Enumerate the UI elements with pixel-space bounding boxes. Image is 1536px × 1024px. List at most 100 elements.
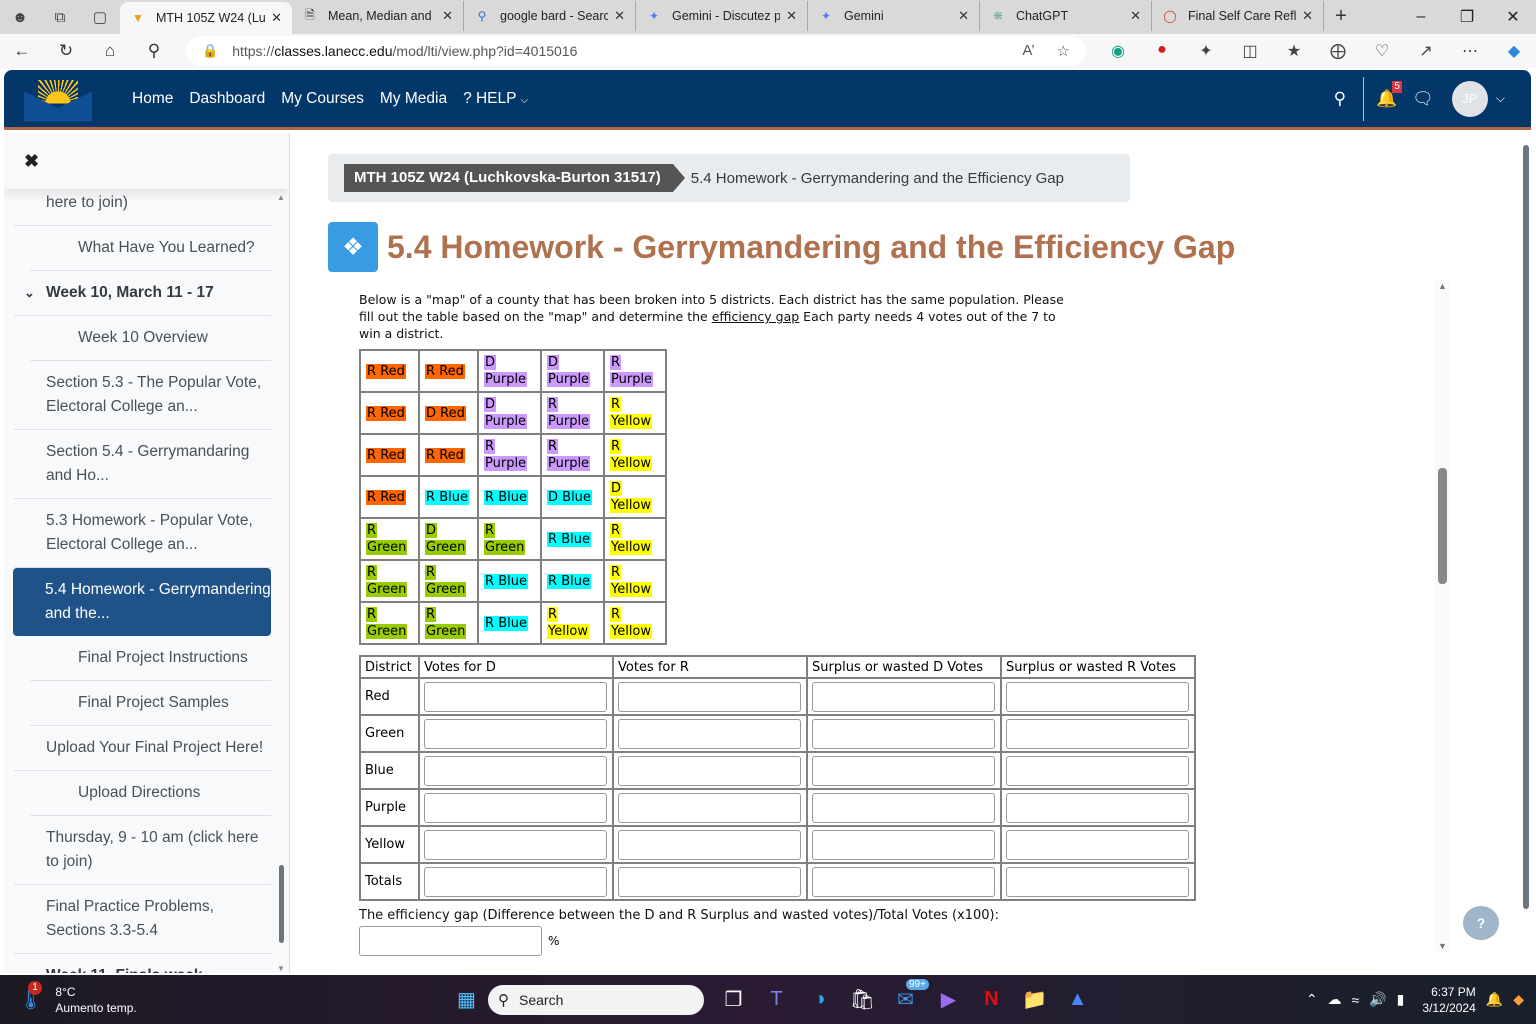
user-menu-chevron-icon[interactable]: ⌵ — [1496, 91, 1505, 106]
messages-icon[interactable]: 🗨 — [1410, 89, 1436, 109]
efficiency-gap-link[interactable]: efficiency gap — [712, 309, 800, 324]
home-button[interactable]: ⌂ — [88, 41, 132, 61]
do-not-disturb-icon[interactable]: 🔔 — [1486, 991, 1503, 1008]
favorites-icon[interactable]: ★ — [1272, 41, 1316, 61]
breadcrumb-course-link[interactable]: MTH 105Z W24 (Luchkovska-Burton 31517) — [344, 164, 685, 192]
wasted-d-votes-input[interactable] — [812, 792, 995, 823]
wasted-d-votes-input[interactable] — [812, 866, 995, 897]
browser-tab[interactable]: ◯ Final Self Care Refle ✕ — [1152, 1, 1324, 31]
chevron-down-icon[interactable]: ⌄ — [24, 964, 35, 973]
browser-tab[interactable]: ❋ ChatGPT ✕ — [980, 1, 1152, 31]
wasted-r-votes-input[interactable] — [1006, 829, 1189, 860]
wasted-d-votes-input[interactable] — [812, 718, 995, 749]
wasted-r-votes-input[interactable] — [1006, 792, 1189, 823]
copilot-taskbar-icon[interactable]: ◆ — [1513, 991, 1524, 1008]
back-button[interactable]: ← — [0, 41, 44, 61]
menu-help[interactable]: ? HELP ⌵ — [463, 90, 528, 108]
taskbar-search[interactable]: ⚲ Search — [488, 984, 704, 1015]
nordvpn-icon[interactable]: ▲ — [1056, 988, 1099, 1011]
volume-icon[interactable]: 🔊 — [1369, 991, 1386, 1008]
close-window-button[interactable]: ✕ — [1490, 0, 1536, 34]
wasted-r-votes-input[interactable] — [1006, 755, 1189, 786]
wasted-d-votes-input[interactable] — [812, 681, 995, 712]
clock[interactable]: 6:37 PM 3/12/2024 — [1422, 984, 1475, 1016]
votes-for-r-input[interactable] — [618, 681, 801, 712]
onedrive-icon[interactable]: ☁ — [1328, 991, 1342, 1008]
help-button[interactable]: ? — [1463, 906, 1499, 940]
trend-micro-icon[interactable]: ● — [1140, 41, 1184, 61]
votes-for-d-input[interactable] — [424, 829, 607, 860]
sidebar-item[interactable]: What Have You Learned? — [30, 226, 271, 271]
wifi-icon[interactable]: ≈ — [1352, 992, 1360, 1008]
page-scrollbar[interactable] — [1521, 133, 1535, 973]
start-button[interactable]: ▦ — [445, 987, 488, 1012]
battery-icon[interactable]: ▮ — [1397, 991, 1405, 1008]
wasted-r-votes-input[interactable] — [1006, 681, 1189, 712]
avatar[interactable]: JP — [1451, 80, 1488, 117]
browser-tab[interactable]: ⚲ google bard - Searc ✕ — [464, 1, 636, 31]
sidebar-item[interactable]: Final Project Samples — [30, 681, 271, 726]
sidebar-item[interactable]: Upload Directions — [30, 771, 271, 816]
lane-logo[interactable] — [24, 76, 92, 122]
menu-home[interactable]: Home — [132, 90, 173, 108]
collections-icon[interactable]: ⨁ — [1316, 41, 1360, 61]
votes-for-r-input[interactable] — [618, 755, 801, 786]
profile-icon[interactable]: ☻ — [0, 0, 40, 34]
copilot-icon[interactable]: ◆ — [1492, 41, 1536, 61]
sidebar-item[interactable]: Week 10 Overview — [30, 316, 271, 361]
mail-icon[interactable]: ✉ 99+ — [884, 979, 929, 1012]
search-icon[interactable]: ⚲ — [132, 41, 176, 61]
show-hidden-icons[interactable]: ⌃ — [1306, 991, 1318, 1008]
minimize-button[interactable]: – — [1398, 0, 1444, 34]
url-input[interactable]: 🔒 https://classes.lanecc.edu/mod/lti/vie… — [186, 36, 1086, 66]
sidebar-section[interactable]: ⌄ Week 10, March 11 - 17 — [14, 271, 271, 316]
read-aloud-icon[interactable]: A’ — [1022, 42, 1034, 60]
refresh-button[interactable]: ↻ — [44, 41, 88, 61]
votes-for-d-input[interactable] — [424, 718, 607, 749]
efficiency-gap-input[interactable] — [359, 926, 542, 956]
browser-essentials-icon[interactable]: ♡ — [1360, 41, 1404, 61]
close-tab-icon[interactable]: ✕ — [442, 8, 453, 24]
favorite-star-icon[interactable]: ☆ — [1057, 42, 1070, 60]
votes-for-d-input[interactable] — [424, 792, 607, 823]
close-tab-icon[interactable]: ✕ — [271, 10, 282, 26]
close-tab-icon[interactable]: ✕ — [614, 8, 625, 24]
task-view-icon[interactable]: ❐ — [712, 987, 755, 1012]
netflix-icon[interactable]: N — [970, 988, 1013, 1011]
votes-for-r-input[interactable] — [618, 792, 801, 823]
close-tab-icon[interactable]: ✕ — [1130, 8, 1141, 24]
sidebar-item[interactable]: here to join) — [14, 189, 271, 226]
close-tab-icon[interactable]: ✕ — [958, 8, 969, 24]
chevron-down-icon[interactable]: ⌄ — [24, 281, 35, 305]
menu-dashboard[interactable]: Dashboard — [189, 90, 265, 108]
extensions-icon[interactable]: ✦ — [1184, 41, 1228, 61]
votes-for-d-input[interactable] — [424, 681, 607, 712]
sidebar-section[interactable]: ⌄ Week 11, Finals week, — [14, 954, 271, 973]
restore-button[interactable]: ❐ — [1444, 0, 1490, 34]
sidebar-item[interactable]: Final Practice Problems, Sections 3.3-5.… — [14, 885, 271, 954]
workspaces-icon[interactable]: ⧉ — [40, 0, 80, 34]
scroll-up-icon[interactable]: ▲ — [1438, 281, 1447, 291]
wasted-r-votes-input[interactable] — [1006, 718, 1189, 749]
browser-tab[interactable]: ▼ MTH 105Z W24 (Luc ✕ — [120, 2, 292, 34]
tab-actions-icon[interactable]: ▢ — [80, 0, 120, 34]
sidebar-item[interactable]: 5.4 Homework - Gerrymandering and the... — [13, 568, 271, 636]
scroll-down-icon[interactable]: ▼ — [277, 964, 285, 973]
votes-for-d-input[interactable] — [424, 866, 607, 897]
votes-for-r-input[interactable] — [618, 866, 801, 897]
browser-tab[interactable]: 🗎 Mean, Median and M ✕ — [292, 1, 464, 31]
browser-tab[interactable]: ✦ Gemini ✕ — [808, 1, 980, 31]
close-drawer-icon[interactable]: ✖ — [24, 151, 39, 172]
sidebar-item[interactable]: Thursday, 9 - 10 am (click here to join) — [14, 816, 271, 885]
drawer-scroll-thumb[interactable] — [279, 865, 284, 943]
more-menu-icon[interactable]: ⋯ — [1448, 41, 1492, 61]
weather-widget[interactable]: 🌡 1 8°C Aumento temp. — [18, 981, 137, 1016]
grammarly-icon[interactable]: ◉ — [1096, 41, 1140, 61]
copilot-app-icon[interactable]: ▶ — [927, 987, 970, 1012]
search-icon[interactable]: ⚲ — [1327, 89, 1353, 109]
scroll-up-icon[interactable]: ▲ — [277, 193, 285, 202]
file-explorer-icon[interactable]: 📁 — [1013, 987, 1056, 1012]
drawer-scrollbar[interactable]: ▲ ▼ — [277, 193, 285, 973]
new-tab-button[interactable]: + — [1324, 5, 1358, 28]
sidebar-item[interactable]: Upload Your Final Project Here! — [14, 726, 271, 771]
